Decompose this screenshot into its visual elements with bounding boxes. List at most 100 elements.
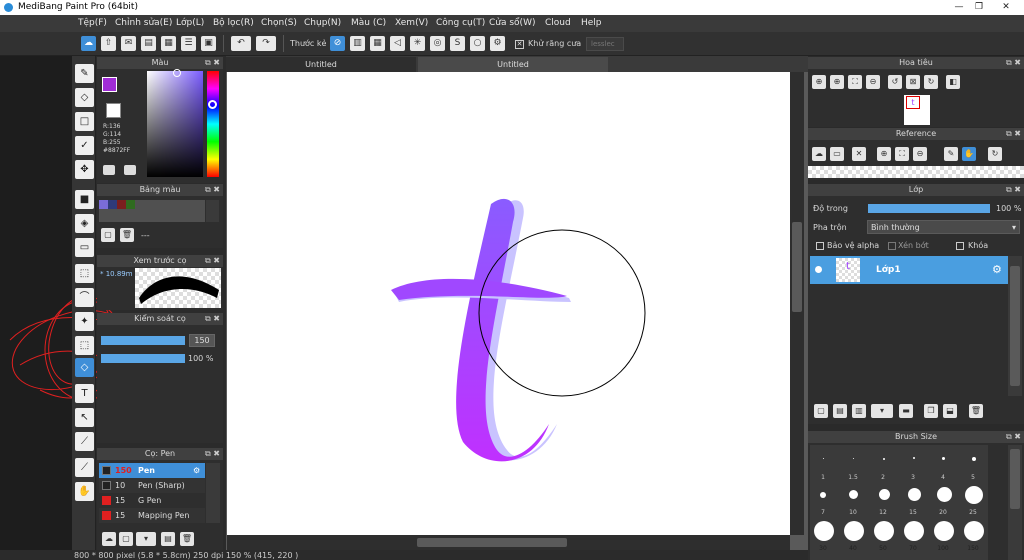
minimize-button[interactable]: — bbox=[950, 1, 968, 13]
add-brush-icon[interactable]: ☁ bbox=[102, 532, 116, 546]
vertical-scroll-thumb[interactable] bbox=[792, 222, 802, 312]
ruler-off-icon[interactable]: ⊘ bbox=[330, 36, 345, 51]
fit-icon[interactable]: ⛶ bbox=[848, 75, 862, 89]
delete-layer-icon[interactable]: 🗑 bbox=[969, 404, 983, 418]
reference-cloud-icon[interactable]: ☁ bbox=[812, 147, 826, 161]
brush-size-dot[interactable] bbox=[904, 521, 924, 541]
lock-checkbox[interactable] bbox=[956, 242, 964, 250]
protect-alpha-checkbox[interactable] bbox=[816, 242, 824, 250]
antialias-checkbox[interactable]: ✕ bbox=[515, 40, 524, 49]
brush-opacity-slider[interactable] bbox=[101, 354, 185, 363]
reference-close-icon[interactable]: ✕ bbox=[852, 147, 866, 161]
panel-close-icon[interactable]: ⧉ ✖ bbox=[205, 313, 220, 325]
ruler-radial-icon[interactable]: ✳ bbox=[410, 36, 425, 51]
brush-size-dot[interactable] bbox=[844, 521, 864, 541]
brush-size-scrollbar[interactable] bbox=[1008, 445, 1022, 560]
rotate-reset-icon[interactable]: ⊠ bbox=[906, 75, 920, 89]
bucket-tool-icon[interactable]: ◈ bbox=[75, 214, 94, 233]
eraser-tool-icon[interactable]: ◇ bbox=[75, 88, 94, 107]
panel-close-icon[interactable]: ⧉ ✖ bbox=[205, 184, 220, 196]
panel-close-icon[interactable]: ⧉ ✖ bbox=[205, 448, 220, 460]
grid-icon[interactable]: ▣ bbox=[201, 36, 216, 51]
menu-color[interactable]: Màu (C) bbox=[351, 18, 386, 28]
layer-scrollbar[interactable] bbox=[1008, 256, 1022, 396]
select-eraser-tool-icon[interactable]: ◇ bbox=[75, 358, 94, 377]
reference-open-icon[interactable]: ▭ bbox=[830, 147, 844, 161]
ruler-concentric-icon[interactable]: ◎ bbox=[430, 36, 445, 51]
clipping-checkbox[interactable] bbox=[888, 242, 896, 250]
lasso-tool-icon[interactable]: ⌒ bbox=[75, 288, 94, 307]
rotate-left-icon[interactable]: ↺ bbox=[888, 75, 902, 89]
menu-cloud[interactable]: Cloud bbox=[545, 18, 571, 28]
ruler-parallel-icon[interactable]: ▦ bbox=[370, 36, 385, 51]
brush-size-dot[interactable] bbox=[820, 492, 826, 498]
tab-untitled-2[interactable]: Untitled bbox=[418, 57, 608, 72]
brush-item-g-pen[interactable]: 15 G Pen bbox=[99, 493, 205, 508]
page-icon[interactable]: ▦ bbox=[161, 36, 176, 51]
ruler-straight-icon[interactable]: ▥ bbox=[350, 36, 365, 51]
menu-select[interactable]: Chọn(S) bbox=[261, 18, 297, 28]
brush-size-dot[interactable] bbox=[942, 457, 945, 460]
select-tool-icon[interactable]: ⬚ bbox=[75, 264, 94, 283]
reference-zoom-out-icon[interactable]: ⊖ bbox=[913, 147, 927, 161]
layer-settings-icon[interactable]: ⚙ bbox=[992, 263, 1002, 276]
brush-size-dot[interactable] bbox=[908, 488, 921, 501]
rectangle-tool-icon[interactable]: □ bbox=[75, 112, 94, 131]
menu-edit[interactable]: Chỉnh sửa(E) bbox=[115, 18, 172, 28]
maximize-button[interactable]: ❐ bbox=[970, 1, 988, 13]
panel-close-icon[interactable]: ⧉ ✖ bbox=[1006, 57, 1021, 69]
fill-rect-tool-icon[interactable]: ■ bbox=[75, 190, 94, 209]
note-icon[interactable]: ▤ bbox=[141, 36, 156, 51]
menu-view[interactable]: Xem(V) bbox=[395, 18, 428, 28]
canvas-vertical-scrollbar[interactable] bbox=[790, 72, 804, 535]
close-button[interactable]: ✕ bbox=[997, 1, 1015, 13]
list-icon[interactable]: ☰ bbox=[181, 36, 196, 51]
panel-close-icon[interactable]: ⧉ ✖ bbox=[1006, 431, 1021, 443]
brush-size-dot[interactable] bbox=[879, 489, 890, 500]
undo-icon[interactable]: ↶ bbox=[231, 36, 251, 51]
menu-window[interactable]: Cửa sổ(W) bbox=[489, 18, 535, 28]
panel-close-icon[interactable]: ⧉ ✖ bbox=[205, 57, 220, 69]
brush-size-dot[interactable] bbox=[972, 457, 976, 461]
duplicate-layer-icon[interactable]: ❐ bbox=[924, 404, 938, 418]
new-layer-8bit-icon[interactable]: ▤ bbox=[833, 404, 847, 418]
ruler-settings-icon[interactable]: ⚙ bbox=[490, 36, 505, 51]
reference-hand-icon[interactable]: ✋ bbox=[962, 147, 976, 161]
pen-check-tool-icon[interactable]: ✓ bbox=[75, 136, 94, 155]
delete-brush-icon[interactable]: 🗑 bbox=[180, 532, 194, 546]
brush-size-dot[interactable] bbox=[964, 521, 984, 541]
flip-icon[interactable]: ◧ bbox=[946, 75, 960, 89]
brush-size-scroll-thumb[interactable] bbox=[1010, 449, 1020, 509]
menu-tools[interactable]: Công cụ(T) bbox=[436, 18, 485, 28]
brush-settings-icon[interactable]: ⚙ bbox=[193, 463, 200, 478]
brush-size-field[interactable]: 150 bbox=[189, 334, 215, 347]
brush-item-pen-sharp[interactable]: 10 Pen (Sharp) bbox=[99, 478, 205, 493]
layer-opacity-slider[interactable] bbox=[868, 204, 990, 213]
color-picker-cursor[interactable] bbox=[173, 69, 181, 77]
new-layer-1bit-icon[interactable]: ▥ bbox=[852, 404, 866, 418]
brush-menu-icon[interactable]: ▾ bbox=[136, 532, 156, 546]
ruler-curve-icon[interactable]: S bbox=[450, 36, 465, 51]
select-pen-tool-icon[interactable]: ⬚ bbox=[75, 336, 94, 355]
brush-size-dot[interactable] bbox=[913, 457, 915, 459]
brush-size-dot[interactable] bbox=[934, 521, 954, 541]
eyedropper-tool-icon[interactable]: ⟋ bbox=[75, 458, 94, 477]
reference-eyedropper-icon[interactable]: ✎ bbox=[944, 147, 958, 161]
reference-rotate-icon[interactable]: ↻ bbox=[988, 147, 1002, 161]
palette-swatch[interactable] bbox=[126, 200, 135, 209]
zoom-out-icon[interactable]: ⊖ bbox=[866, 75, 880, 89]
menu-capture[interactable]: Chụp(N) bbox=[304, 18, 341, 28]
text-tool-icon[interactable]: T bbox=[75, 384, 94, 403]
add-layer-menu-icon[interactable]: ▾ bbox=[871, 404, 893, 418]
brush-item-mapping-pen[interactable]: 15 Mapping Pen bbox=[99, 508, 205, 523]
brush-size-dot[interactable] bbox=[937, 487, 952, 502]
panel-close-icon[interactable]: ⧉ ✖ bbox=[1006, 128, 1021, 140]
panel-close-icon[interactable]: ⧉ ✖ bbox=[1006, 184, 1021, 196]
merge-layer-icon[interactable]: ⬓ bbox=[943, 404, 957, 418]
brush-properties-icon[interactable]: ▤ bbox=[161, 532, 175, 546]
brush-size-slider[interactable] bbox=[101, 336, 185, 345]
antialias-level-field[interactable]: lesslec bbox=[586, 37, 624, 51]
ruler-vanish-icon[interactable]: ◁ bbox=[390, 36, 405, 51]
reference-zoom-in-icon[interactable]: ⊕ bbox=[877, 147, 891, 161]
hand-tool-icon[interactable]: ✋ bbox=[75, 482, 94, 501]
